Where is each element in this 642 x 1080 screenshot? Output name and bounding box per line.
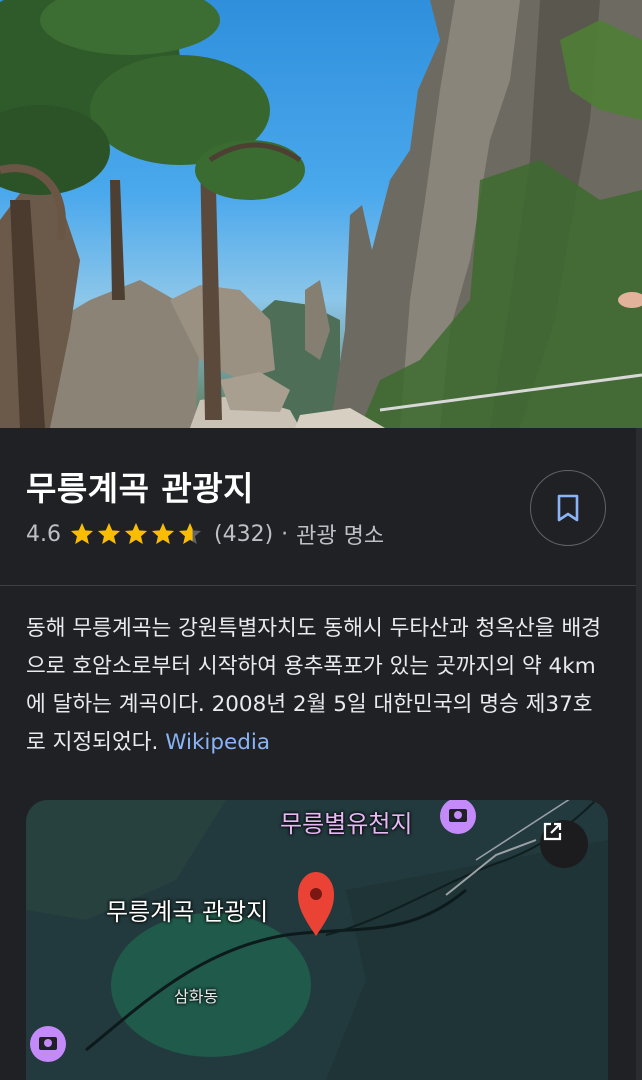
- description-text: 동해 무릉계곡는 강원특별자치도 동해시 두타산과 청옥산을 배경으로 호암소로…: [26, 616, 602, 755]
- map-place-label: 무릉계곡 관광지: [106, 898, 269, 926]
- map-preview[interactable]: 무릉별유천지 무릉계곡 관광지 삼화동: [26, 800, 608, 1080]
- star-icon: [98, 523, 120, 544]
- place-photo[interactable]: [0, 0, 642, 428]
- star-icon: [152, 523, 174, 544]
- map-poi-label[interactable]: 무릉별유천지: [280, 804, 412, 839]
- place-header: 무릉계곡 관광지 4.6 (432) · 관광 명소: [0, 428, 642, 586]
- separator: ·: [281, 521, 289, 547]
- open-in-new-icon: [543, 822, 562, 841]
- star-icon: [71, 523, 93, 544]
- open-map-button[interactable]: [540, 820, 588, 868]
- review-count[interactable]: (432): [214, 522, 273, 547]
- star-icon: [125, 523, 147, 544]
- star-icon: [179, 523, 201, 544]
- rating-row[interactable]: 4.6 (432) · 관광 명소: [26, 516, 384, 552]
- place-category: 관광 명소: [296, 524, 385, 549]
- photo-illustration: [0, 0, 642, 428]
- map-district-label: 삼화동: [174, 987, 219, 1006]
- adjacent-card-edge: [636, 428, 642, 1080]
- place-title: 무릉계곡 관광지: [26, 469, 255, 508]
- star-rating: [69, 521, 204, 547]
- bookmark-icon: [557, 494, 579, 522]
- map-canvas: [26, 800, 608, 1080]
- rating-value: 4.6: [26, 521, 61, 547]
- camera-icon[interactable]: [30, 1026, 66, 1062]
- wikipedia-link[interactable]: Wikipedia: [165, 730, 270, 755]
- place-description: 동해 무릉계곡는 강원특별자치도 동해시 두타산과 청옥산을 배경으로 호암소로…: [26, 610, 606, 762]
- save-button[interactable]: [530, 470, 606, 546]
